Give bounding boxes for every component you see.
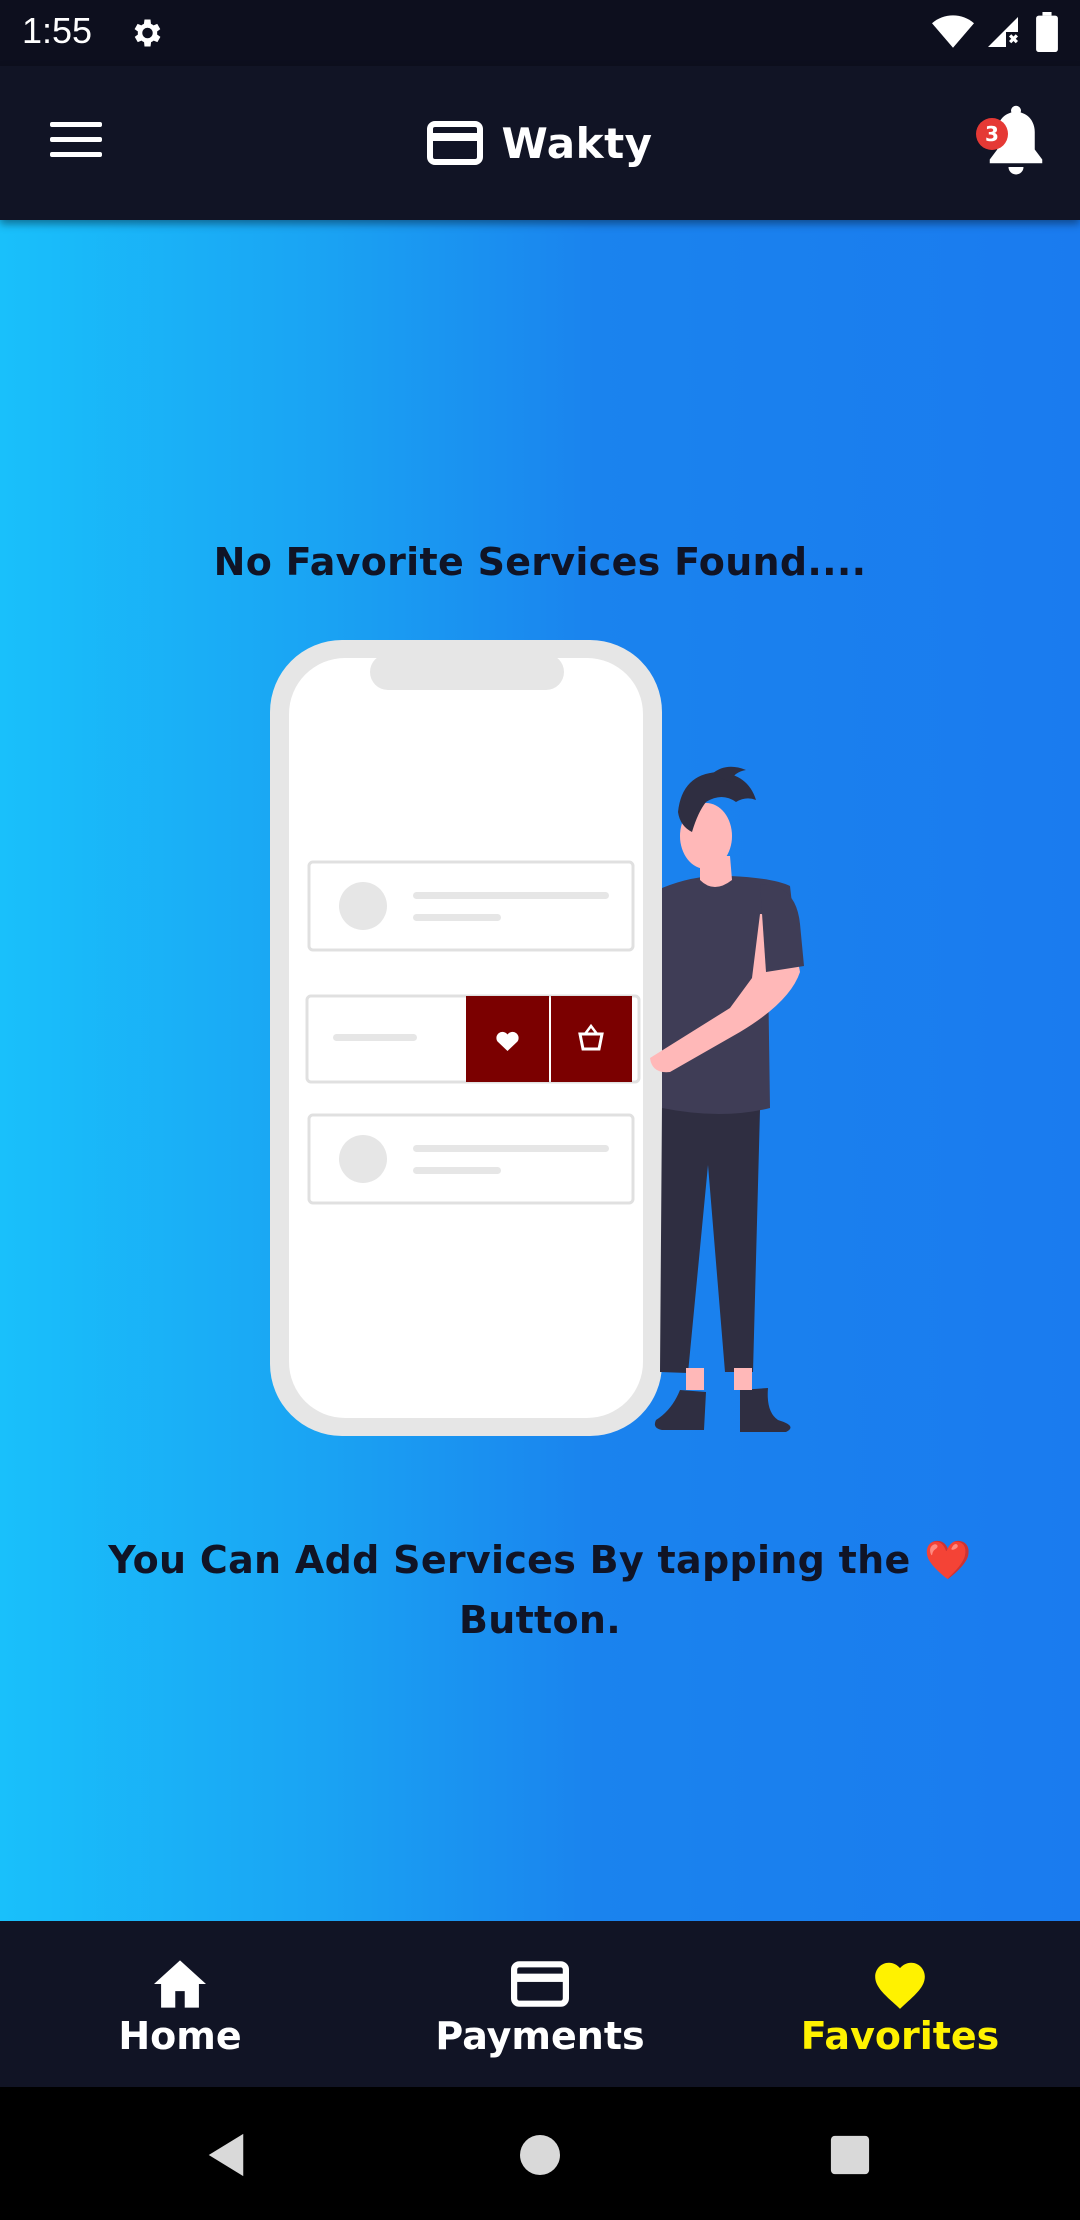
status-bar: 1:55 bbox=[0, 0, 1080, 66]
recents-square-icon[interactable] bbox=[829, 2134, 871, 2176]
credit-card-icon bbox=[427, 121, 484, 165]
hamburger-menu-icon[interactable] bbox=[50, 122, 104, 162]
app-title-group: Wakty bbox=[0, 66, 1080, 220]
nav-home[interactable]: Home bbox=[0, 1921, 360, 2087]
person-with-phone-illustration bbox=[270, 640, 804, 1436]
nav-payments[interactable]: Payments bbox=[360, 1921, 720, 2087]
home-icon bbox=[154, 1960, 206, 2008]
home-circle-icon[interactable] bbox=[518, 2133, 562, 2177]
nav-favorites-label: Favorites bbox=[800, 2014, 1000, 2058]
empty-state-hint: You Can Add Services By tapping the ❤️ B… bbox=[108, 1538, 972, 1642]
heart-icon bbox=[466, 996, 549, 1082]
battery-icon bbox=[1036, 12, 1058, 52]
status-time: 1:55 bbox=[22, 10, 93, 51]
nav-favorites[interactable]: Favorites bbox=[720, 1921, 1080, 2087]
back-triangle-icon[interactable] bbox=[204, 2132, 248, 2178]
empty-state-title: No Favorite Services Found.... bbox=[213, 540, 867, 584]
heart-icon bbox=[875, 1962, 925, 2009]
notifications-button[interactable]: 3 bbox=[976, 104, 1046, 180]
bottom-navigation: Home Payments Favorites bbox=[0, 1921, 1080, 2087]
notification-count-badge: 3 bbox=[976, 118, 1008, 150]
favorites-main: No Favorite Services Found.... You Can A… bbox=[0, 220, 1080, 1921]
settings-gear-icon bbox=[134, 19, 161, 47]
nav-payments-label: Payments bbox=[435, 2014, 645, 2058]
wifi-icon bbox=[932, 15, 974, 48]
system-navigation-bar bbox=[0, 2087, 1080, 2220]
app-title: Wakty bbox=[501, 118, 653, 168]
app-bar: Wakty 3 bbox=[0, 66, 1080, 220]
nav-home-label: Home bbox=[118, 2014, 242, 2058]
cellular-signal-icon bbox=[988, 17, 1018, 47]
credit-card-icon bbox=[511, 1961, 569, 2007]
basket-icon bbox=[551, 996, 632, 1082]
